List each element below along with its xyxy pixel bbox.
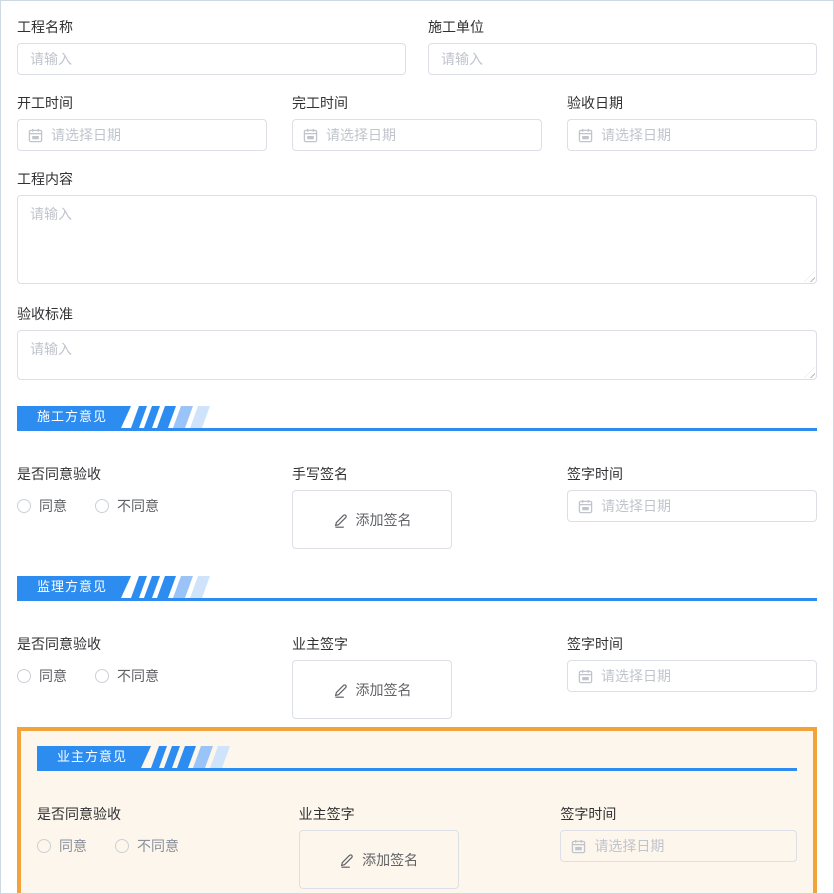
row-dates: 开工时间 完工时间 验收日期 <box>17 93 817 151</box>
radio-circle-icon[interactable] <box>115 839 129 853</box>
sign-time-label: 签字时间 <box>560 804 797 824</box>
field-signature: 业主签字 添加签名 <box>299 804 536 889</box>
radio-circle-icon[interactable] <box>95 499 109 513</box>
field-agree: 是否同意验收 同意 不同意 <box>17 464 267 549</box>
field-project-name: 工程名称 <box>17 17 406 75</box>
add-signature-label: 添加签名 <box>356 510 412 530</box>
edit-pencil-icon <box>333 682 349 698</box>
sign-time-input[interactable] <box>594 838 786 854</box>
radio-disagree[interactable]: 不同意 <box>95 496 159 516</box>
signature-label: 手写签名 <box>292 464 542 484</box>
radio-disagree-label: 不同意 <box>117 496 159 516</box>
field-start-date: 开工时间 <box>17 93 267 151</box>
sign-time-input[interactable] <box>601 498 806 514</box>
section-constructor-fields: 是否同意验收 同意 不同意 手写签名 添加签名 签字时间 <box>17 464 817 549</box>
finish-date-input[interactable] <box>326 127 531 143</box>
agree-question-label: 是否同意验收 <box>17 464 267 484</box>
radio-agree[interactable]: 同意 <box>17 496 67 516</box>
signature-label: 业主签字 <box>292 634 542 654</box>
construction-unit-label: 施工单位 <box>428 17 817 37</box>
edit-pencil-icon <box>339 852 355 868</box>
add-signature-label: 添加签名 <box>356 680 412 700</box>
radio-agree-label: 同意 <box>39 666 67 686</box>
radio-disagree-label: 不同意 <box>137 836 179 856</box>
sign-time-picker[interactable] <box>567 490 817 522</box>
sign-time-picker[interactable] <box>567 660 817 692</box>
sign-time-label: 签字时间 <box>567 464 817 484</box>
field-signature: 业主签字 添加签名 <box>292 634 542 719</box>
field-acceptance-date: 验收日期 <box>567 93 817 151</box>
calendar-icon <box>303 128 318 143</box>
section-title: 监理方意见 <box>17 576 131 598</box>
radio-agree-label: 同意 <box>59 836 87 856</box>
section-header-supervisor: 监理方意见 <box>17 576 817 601</box>
field-sign-time: 签字时间 <box>567 634 817 719</box>
edit-pencil-icon <box>333 512 349 528</box>
finish-date-label: 完工时间 <box>292 93 542 113</box>
radio-circle-icon[interactable] <box>37 839 51 853</box>
add-signature-button[interactable]: 添加签名 <box>292 660 452 719</box>
radio-circle-icon[interactable] <box>95 669 109 683</box>
field-acceptance-standard: 验收标准 <box>17 304 817 380</box>
field-agree: 是否同意验收 同意 不同意 <box>37 804 274 889</box>
section-title: 业主方意见 <box>37 746 151 768</box>
radio-circle-icon[interactable] <box>17 669 31 683</box>
acceptance-date-input[interactable] <box>601 127 806 143</box>
calendar-icon <box>578 499 593 514</box>
calendar-icon <box>578 128 593 143</box>
radio-circle-icon[interactable] <box>17 499 31 513</box>
project-content-label: 工程内容 <box>17 169 817 189</box>
add-signature-button[interactable]: 添加签名 <box>292 490 452 549</box>
sign-time-label: 签字时间 <box>567 634 817 654</box>
acceptance-date-picker[interactable] <box>567 119 817 151</box>
field-sign-time: 签字时间 <box>560 804 797 889</box>
sign-time-picker[interactable] <box>560 830 797 862</box>
start-date-picker[interactable] <box>17 119 267 151</box>
construction-unit-input[interactable] <box>428 43 817 75</box>
add-signature-button[interactable]: 添加签名 <box>299 830 459 889</box>
acceptance-standard-textarea[interactable] <box>17 330 817 380</box>
section-owner-highlighted: 业主方意见 是否同意验收 同意 不同意 <box>17 727 817 894</box>
section-header-constructor: 施工方意见 <box>17 406 817 431</box>
banner-stripes-decoration <box>135 576 206 598</box>
radio-disagree-label: 不同意 <box>117 666 159 686</box>
add-signature-label: 添加签名 <box>362 850 418 870</box>
field-construction-unit: 施工单位 <box>428 17 817 75</box>
radio-agree[interactable]: 同意 <box>37 836 87 856</box>
signature-label: 业主签字 <box>299 804 536 824</box>
field-signature: 手写签名 添加签名 <box>292 464 542 549</box>
acceptance-date-label: 验收日期 <box>567 93 817 113</box>
agree-question-label: 是否同意验收 <box>37 804 274 824</box>
row-name-unit: 工程名称 施工单位 <box>17 17 817 75</box>
radio-agree[interactable]: 同意 <box>17 666 67 686</box>
calendar-icon <box>571 839 586 854</box>
sign-time-input[interactable] <box>601 668 806 684</box>
calendar-icon <box>28 128 43 143</box>
radio-disagree[interactable]: 不同意 <box>95 666 159 686</box>
field-project-content: 工程内容 <box>17 169 817 284</box>
banner-stripes-decoration <box>135 406 206 428</box>
project-name-label: 工程名称 <box>17 17 406 37</box>
field-agree: 是否同意验收 同意 不同意 <box>17 634 267 719</box>
section-owner-fields: 是否同意验收 同意 不同意 业主签字 添加签名 <box>37 804 797 889</box>
section-title: 施工方意见 <box>17 406 131 428</box>
radio-agree-label: 同意 <box>39 496 67 516</box>
agree-question-label: 是否同意验收 <box>17 634 267 654</box>
project-name-input[interactable] <box>17 43 406 75</box>
start-date-label: 开工时间 <box>17 93 267 113</box>
project-content-textarea[interactable] <box>17 195 817 284</box>
calendar-icon <box>578 669 593 684</box>
acceptance-form-page: 工程名称 施工单位 开工时间 完工时间 验收日期 <box>0 0 834 894</box>
start-date-input[interactable] <box>51 127 256 143</box>
field-finish-date: 完工时间 <box>292 93 542 151</box>
radio-disagree[interactable]: 不同意 <box>115 836 179 856</box>
section-header-owner: 业主方意见 <box>37 746 797 771</box>
section-supervisor-fields: 是否同意验收 同意 不同意 业主签字 添加签名 签字时间 <box>17 634 817 719</box>
acceptance-standard-label: 验收标准 <box>17 304 817 324</box>
banner-stripes-decoration <box>155 746 226 768</box>
finish-date-picker[interactable] <box>292 119 542 151</box>
field-sign-time: 签字时间 <box>567 464 817 549</box>
